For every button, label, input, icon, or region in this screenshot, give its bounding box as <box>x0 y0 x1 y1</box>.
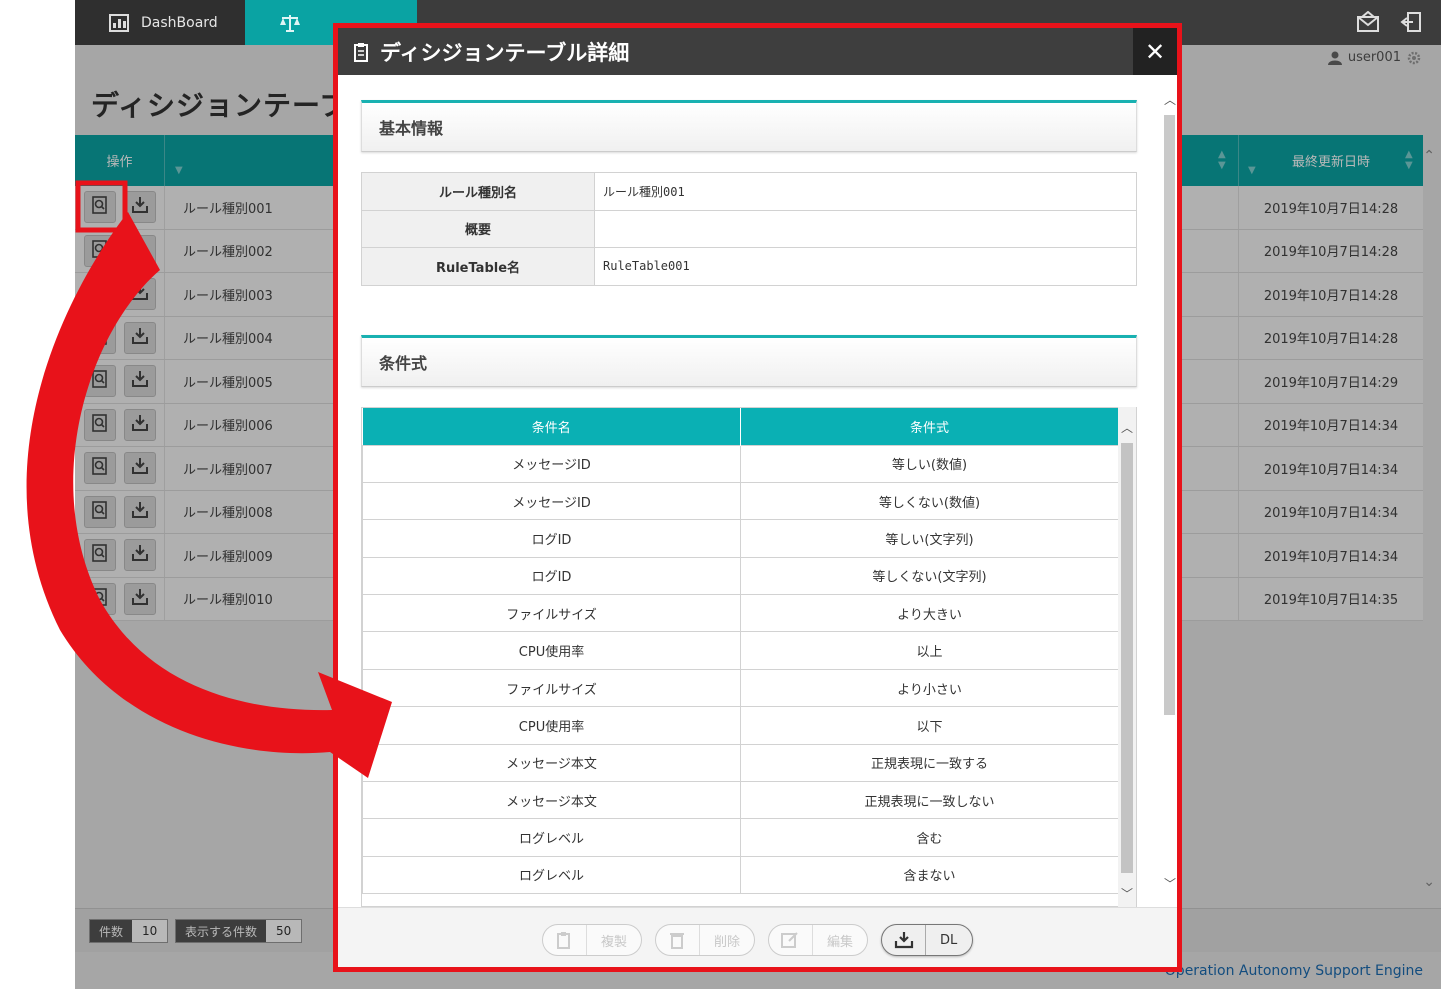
download-label: DL <box>940 932 958 948</box>
condition-row: CPU使用率 以上 <box>362 631 1119 670</box>
conditions-scrollbar[interactable]: ︿ ﹀ <box>1118 407 1136 907</box>
condition-row: ログID 等しくない(文字列) <box>362 556 1119 596</box>
info-key: ルール種別名 <box>361 172 595 211</box>
condition-row: ファイルサイズ より小さい <box>362 668 1119 708</box>
condition-row: メッセージID 等しくない(数値) <box>362 481 1119 521</box>
info-row: RuleTable名 RuleTable001 <box>361 247 1137 286</box>
condition-expression: 等しくない(文字列) <box>740 556 1119 596</box>
condition-expression: 以下 <box>740 706 1119 745</box>
info-key: 概要 <box>361 209 595 248</box>
condition-name: メッセージ本文 <box>362 743 741 783</box>
info-row: 概要 <box>361 209 1137 248</box>
condition-row: ログレベル 含まない <box>362 855 1119 895</box>
modal-scroll-thumb[interactable] <box>1164 115 1175 715</box>
condition-expression: 含む <box>740 818 1119 857</box>
condition-expression: 正規表現に一致する <box>740 743 1119 783</box>
condition-row: ログID 等しい(文字列) <box>362 519 1119 558</box>
cond-header-expr: 条件式 <box>740 408 1119 445</box>
modal-scrollbar[interactable]: ︿ ﹀ <box>1162 75 1177 907</box>
info-row: ルール種別名 ルール種別001 <box>361 172 1137 211</box>
modal-footer: 複製 削除 編集 DL <box>338 907 1177 967</box>
table-icon <box>354 42 368 62</box>
info-value <box>594 209 1137 248</box>
condition-name: ファイルサイズ <box>362 668 741 708</box>
tab-dashboard-label: DashBoard <box>141 14 218 31</box>
modal-title: ディシジョンテーブル詳細 <box>380 40 630 65</box>
copy-label: 複製 <box>600 934 627 950</box>
cond-header-name: 条件名 <box>362 408 741 445</box>
close-button[interactable]: ✕ <box>1133 28 1177 75</box>
condition-name: ログID <box>362 556 741 596</box>
condition-name: メッセージID <box>362 481 741 521</box>
conditions-table: 条件名 条件式 メッセージID 等しい(数値) メッセージID 等しくない(数値) ログ… <box>362 408 1119 895</box>
modal-body: 基本情報 ルール種別名 ルール種別001 概要 RuleTable名 RuleTable… <box>338 75 1177 907</box>
edit-button[interactable]: 編集 <box>768 924 868 956</box>
info-value: ルール種別001 <box>594 172 1137 211</box>
conditions-scroll-thumb[interactable] <box>1121 443 1133 873</box>
condition-row: CPU使用率 以下 <box>362 706 1119 745</box>
trash-icon <box>656 925 700 955</box>
section-conditions: 条件式 <box>361 335 1137 387</box>
download-button[interactable]: DL <box>881 924 973 956</box>
tab-dashboard[interactable]: DashBoard <box>75 0 245 45</box>
condition-expression: 含まない <box>740 855 1119 895</box>
condition-expression: 正規表現に一致しない <box>740 781 1119 820</box>
condition-name: ログレベル <box>362 855 741 895</box>
condition-expression: 以上 <box>740 631 1119 670</box>
delete-label: 削除 <box>713 934 740 950</box>
condition-row: メッセージ本文 正規表現に一致する <box>362 743 1119 783</box>
delete-button[interactable]: 削除 <box>655 924 755 956</box>
condition-row: ログレベル 含む <box>362 818 1119 857</box>
condition-name: メッセージ本文 <box>362 781 741 820</box>
modal-header: ディシジョンテーブル詳細 <box>338 28 1177 75</box>
condition-name: ファイルサイズ <box>362 594 741 633</box>
info-key: RuleTable名 <box>361 247 595 286</box>
condition-name: メッセージID <box>362 444 741 483</box>
condition-name: ログレベル <box>362 818 741 857</box>
chevron-up-icon[interactable]: ︿ <box>1121 419 1133 436</box>
mail-icon[interactable] <box>1356 11 1380 33</box>
download-icon <box>882 925 926 955</box>
logout-icon[interactable] <box>1400 11 1422 33</box>
condition-name: ログID <box>362 519 741 558</box>
decision-table-detail-modal: ディシジョンテーブル詳細 ✕ 基本情報 ルール種別名 ルール種別001 概要 Rule… <box>333 23 1182 972</box>
condition-expression: より大きい <box>740 594 1119 633</box>
condition-expression: より小さい <box>740 668 1119 708</box>
condition-expression: 等しい(数値) <box>740 444 1119 483</box>
condition-expression: 等しくない(数値) <box>740 481 1119 521</box>
chevron-down-icon[interactable]: ﹀ <box>1164 875 1176 892</box>
copy-icon <box>543 925 587 955</box>
edit-icon <box>769 925 813 955</box>
conditions-table-container: 条件名 条件式 メッセージID 等しい(数値) メッセージID 等しくない(数値) ログ… <box>361 407 1137 907</box>
dashboard-icon <box>109 13 129 32</box>
condition-name: CPU使用率 <box>362 706 741 745</box>
copy-button[interactable]: 複製 <box>542 924 642 956</box>
condition-row: メッセージ本文 正規表現に一致しない <box>362 781 1119 820</box>
info-value: RuleTable001 <box>594 247 1137 286</box>
condition-row: メッセージID 等しい(数値) <box>362 444 1119 483</box>
section-basic-info: 基本情報 <box>361 100 1137 152</box>
chevron-down-icon[interactable]: ﹀ <box>1121 885 1133 902</box>
condition-expression: 等しい(文字列) <box>740 519 1119 558</box>
condition-row: ファイルサイズ より大きい <box>362 594 1119 633</box>
scale-icon <box>280 14 300 32</box>
basic-info-table: ルール種別名 ルール種別001 概要 RuleTable名 RuleTable001 <box>361 172 1137 286</box>
edit-label: 編集 <box>826 934 853 950</box>
chevron-up-icon[interactable]: ︿ <box>1164 91 1176 108</box>
condition-name: CPU使用率 <box>362 631 741 670</box>
